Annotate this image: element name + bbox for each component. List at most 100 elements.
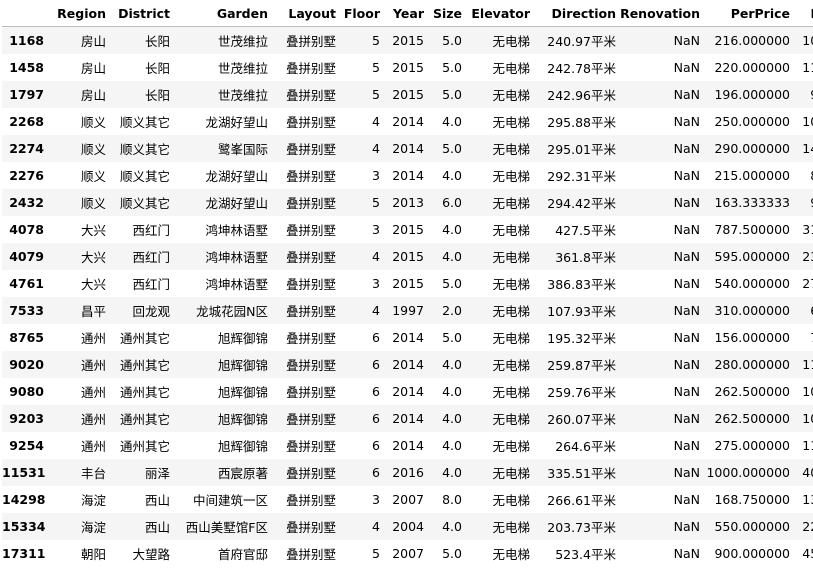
table-cell: 196.000000 xyxy=(714,87,790,102)
table-cell: 顺义其它 xyxy=(119,169,170,184)
row-index: 15334 xyxy=(2,519,46,534)
table-cell: 叠拼别墅 xyxy=(285,169,336,184)
row-index: 7533 xyxy=(9,303,44,318)
table-cell: 叠拼别墅 xyxy=(285,250,336,265)
table-cell: 4.0 xyxy=(442,465,462,480)
table-cell: NaN xyxy=(673,114,700,129)
table-cell: 大兴 xyxy=(80,223,106,238)
table-cell: 丽泽 xyxy=(144,466,170,481)
table-cell: 4 xyxy=(372,249,380,264)
table-cell: 无电梯 xyxy=(492,250,530,265)
table-cell: 1350.0 xyxy=(802,492,813,507)
column-header: Garden xyxy=(174,0,272,27)
table-cell: 2015 xyxy=(392,222,424,237)
table-cell: 4.0 xyxy=(442,168,462,183)
table-cell: 195.32平米 xyxy=(547,331,616,346)
row-index: 9080 xyxy=(9,384,44,399)
table-cell: 叠拼别墅 xyxy=(285,331,336,346)
table-cell: 280.000000 xyxy=(714,357,790,372)
table-cell: 通州其它 xyxy=(119,412,170,427)
table-cell: 无电梯 xyxy=(492,34,530,49)
table-cell: NaN xyxy=(673,33,700,48)
row-index: 9254 xyxy=(9,438,44,453)
table-cell: 264.6平米 xyxy=(555,439,616,454)
table-cell: 通州其它 xyxy=(119,331,170,346)
table-cell: 980.0 xyxy=(794,189,813,216)
table-cell: NaN xyxy=(673,438,700,453)
header-row: Region District Garden Layout Floor Year Size E… xyxy=(2,0,813,27)
table-cell: 980.0 xyxy=(794,81,813,108)
table-cell: 4000.0 xyxy=(802,465,813,480)
table-cell: 550.000000 xyxy=(714,519,790,534)
table-cell: 163.333333 xyxy=(714,195,790,210)
table-cell: 5.0 xyxy=(442,87,462,102)
table-cell: 首府官邸 xyxy=(217,547,268,562)
table-cell: NaN xyxy=(673,168,700,183)
table-cell: 294.42平米 xyxy=(547,196,616,211)
table-cell: 长阳 xyxy=(144,61,170,76)
table-cell: 1050.0 xyxy=(802,384,813,399)
table-cell: NaN xyxy=(673,384,700,399)
column-header: Year xyxy=(384,0,428,27)
table-cell: 西红门 xyxy=(132,277,170,292)
table-cell: NaN xyxy=(673,87,700,102)
table-cell: 780.0 xyxy=(794,324,813,351)
table-cell: NaN xyxy=(673,357,700,372)
table-cell: 世茂维拉 xyxy=(217,88,268,103)
table-cell: 通州其它 xyxy=(119,385,170,400)
table-cell: 鹭峯国际 xyxy=(217,142,268,157)
table-cell: 6 xyxy=(372,357,380,372)
table-cell: 叠拼别墅 xyxy=(285,196,336,211)
table-cell: 1000.000000 xyxy=(706,465,790,480)
table-cell: 叠拼别墅 xyxy=(285,493,336,508)
table-cell: 1120.0 xyxy=(802,357,813,372)
table-row: 14298 海淀 西山 中间建筑一区 叠拼别墅 3 2007 8.0 无电梯 266.61平米 Na… xyxy=(2,486,813,513)
table-cell: 266.61平米 xyxy=(547,493,616,508)
table-cell: 通州 xyxy=(80,439,106,454)
table-cell: 540.000000 xyxy=(714,276,790,291)
table-cell: 龙湖好望山 xyxy=(205,169,268,184)
table-cell: 叠拼别墅 xyxy=(285,547,336,562)
table-cell: 西山 xyxy=(144,520,170,535)
table-cell: 顺义其它 xyxy=(119,115,170,130)
table-cell: 西山美墅馆F区 xyxy=(185,520,268,535)
table-row: 1168 房山 长阳 世茂维拉 叠拼别墅 5 2015 5.0 无电梯 240.97平米 NaN 21… xyxy=(2,26,813,54)
table-cell: 259.87平米 xyxy=(547,358,616,373)
table-cell: 295.88平米 xyxy=(547,115,616,130)
table-row: 1797 房山 长阳 世茂维拉 叠拼别墅 5 2015 5.0 无电梯 242.96平米 NaN 19… xyxy=(2,81,813,108)
table-cell: 顺义其它 xyxy=(119,196,170,211)
row-index: 1458 xyxy=(9,60,44,75)
table-cell: 叠拼别墅 xyxy=(285,277,336,292)
table-row: 9080 通州 通州其它 旭辉御锦 叠拼别墅 6 2014 4.0 无电梯 259.76平米 NaN… xyxy=(2,378,813,405)
table-cell: 龙湖好望山 xyxy=(205,115,268,130)
table-cell: 295.01平米 xyxy=(547,142,616,157)
table-cell: 4.0 xyxy=(442,438,462,453)
table-cell: 叠拼别墅 xyxy=(285,385,336,400)
row-index: 4761 xyxy=(9,276,44,291)
table-cell: 4.0 xyxy=(442,384,462,399)
table-cell: 通州 xyxy=(80,331,106,346)
column-header: Layout xyxy=(272,0,340,27)
table-cell: 335.51平米 xyxy=(547,466,616,481)
table-cell: 107.93平米 xyxy=(547,304,616,319)
table-cell: NaN xyxy=(673,546,700,561)
table-cell: NaN xyxy=(673,222,700,237)
column-header: PerPrice xyxy=(704,0,794,27)
table-cell: 5 xyxy=(372,87,380,102)
table-cell: 1997 xyxy=(392,303,424,318)
table-cell: 4.0 xyxy=(442,519,462,534)
table-cell: 长阳 xyxy=(144,88,170,103)
table-cell: 1100.0 xyxy=(802,438,813,453)
table-cell: 5 xyxy=(372,195,380,210)
table-cell: 西宸原著 xyxy=(217,466,268,481)
table-cell: 6 xyxy=(372,384,380,399)
column-header: Renovation xyxy=(620,0,704,27)
table-cell: 鸿坤林语墅 xyxy=(205,250,268,265)
table-cell: 203.73平米 xyxy=(547,520,616,535)
table-row: 7533 昌平 回龙观 龙城花园N区 叠拼别墅 4 1997 2.0 无电梯 107.93平米 Na… xyxy=(2,297,813,324)
table-cell: 无电梯 xyxy=(492,520,530,535)
row-index: 2432 xyxy=(9,195,44,210)
table-cell: 4.0 xyxy=(442,114,462,129)
table-cell: 2014 xyxy=(392,411,424,426)
table-cell: 叠拼别墅 xyxy=(285,142,336,157)
